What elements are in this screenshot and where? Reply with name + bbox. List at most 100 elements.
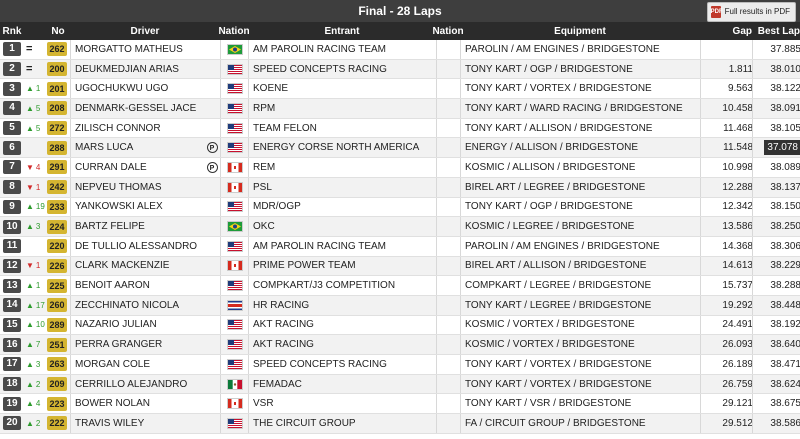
entrant-name[interactable]: HR RACING: [248, 295, 441, 315]
car-number-cell: 224: [46, 217, 68, 236]
rank-cell: 20: [0, 414, 24, 433]
table-row[interactable]: 10 ▲ 3 224 BARTZ FELIPE OKC KOSMIC / LEGREE / …: [0, 217, 800, 237]
rank-badge: 2: [3, 62, 21, 77]
table-row[interactable]: 5 ▲ 5 272 ZILISCH CONNOR TEAM FELON TONY KART …: [0, 118, 800, 139]
table-row[interactable]: 3 ▲ 1 201 UGOCHUKWU UGO KOENE TONY KART / VORT…: [0, 79, 800, 100]
table-row[interactable]: 1 = 262 MORGATTO MATHEUS AM PAROLIN RACING T…: [0, 40, 800, 60]
entrant-name[interactable]: PRIME POWER TEAM: [248, 256, 441, 276]
car-number-cell: 291: [46, 158, 68, 177]
driver-name[interactable]: BARTZ FELIPE: [70, 217, 225, 236]
driver-name[interactable]: DEUKMEDJIAN ARIAS: [70, 59, 225, 79]
entrant-name[interactable]: TEAM FELON: [248, 118, 441, 138]
entrant-name[interactable]: MDR/OGP: [248, 197, 441, 217]
driver-name[interactable]: ZILISCH CONNOR: [70, 118, 225, 138]
entrant-name[interactable]: KOENE: [248, 79, 441, 99]
driver-name[interactable]: CLARK MACKENZIE: [70, 256, 225, 276]
entrant-name[interactable]: REM: [248, 158, 441, 177]
table-row[interactable]: 13 ▲ 1 225 BENOIT AARON COMPKART/J3 COMPETITI…: [0, 276, 800, 296]
entrant-name[interactable]: AKT RACING: [248, 315, 441, 335]
table-row[interactable]: 4 ▲ 5 208 DENMARK-GESSEL JACE RPM TONY KART / …: [0, 99, 800, 119]
entrant-name[interactable]: OKC: [248, 217, 441, 236]
driver-name[interactable]: BENOIT AARON: [70, 276, 225, 295]
entrant-name[interactable]: VSR: [248, 394, 441, 414]
driver-name[interactable]: MORGATTO MATHEUS: [70, 40, 225, 59]
driver-nation-flag: [220, 315, 249, 335]
table-row[interactable]: 14 ▲ 17 260 ZECCHINATO NICOLA HR RACING TONY K…: [0, 295, 800, 316]
rank-badge: 19: [3, 396, 21, 411]
penalty-cell: [204, 355, 220, 374]
entrant-name[interactable]: THE CIRCUIT GROUP: [248, 414, 441, 433]
entrant-name[interactable]: SPEED CONCEPTS RACING: [248, 59, 441, 79]
entrant-name[interactable]: SPEED CONCEPTS RACING: [248, 355, 441, 374]
col-header-equipment[interactable]: Equipment: [460, 22, 700, 40]
best-lap-cell: 38.091: [752, 99, 800, 118]
entrant-name[interactable]: AM PAROLIN RACING TEAM: [248, 236, 441, 256]
col-header-entrant[interactable]: Entrant: [248, 22, 436, 40]
rank-cell: 16: [0, 335, 24, 354]
pdf-icon: PDF: [710, 6, 723, 18]
driver-name[interactable]: DE TULLIO ALESSANDRO: [70, 236, 225, 256]
driver-nation-flag: [220, 59, 249, 79]
penalty-icon[interactable]: P: [206, 161, 218, 173]
table-row[interactable]: 7 ▼ 4 291 CURRAN DALE P REM KOSMIC / ALLISON / …: [0, 158, 800, 178]
driver-name[interactable]: TRAVIS WILEY: [70, 414, 225, 433]
best-lap-value: 38.250: [770, 221, 800, 233]
table-row[interactable]: 17 ▲ 3 263 MORGAN COLE SPEED CONCEPTS RACING T…: [0, 355, 800, 375]
table-row[interactable]: 12 ▼ 1 226 CLARK MACKENZIE PRIME POWER TEAM BI…: [0, 256, 800, 277]
driver-name[interactable]: CURRAN DALE: [70, 158, 225, 177]
pdf-results-button[interactable]: PDF Full results in PDF: [706, 2, 796, 22]
driver-name[interactable]: BOWER NOLAN: [70, 394, 225, 414]
col-header-no[interactable]: No: [46, 22, 70, 40]
table-row[interactable]: 8 ▼ 1 242 NEPVEU THOMAS PSL BIREL ART / LEGREE…: [0, 177, 800, 198]
entrant-name[interactable]: AM PAROLIN RACING TEAM: [248, 40, 441, 59]
entrant-name[interactable]: FEMADAC: [248, 374, 441, 394]
equipment: TONY KART / WARD RACING / BRIDGESTONE: [460, 99, 705, 118]
rank-cell: 12: [0, 257, 24, 276]
driver-name[interactable]: UGOCHUKWU UGO: [70, 79, 225, 99]
col-header-best-lap[interactable]: Best Lap: [752, 22, 800, 40]
table-row[interactable]: 9 ▲ 19 233 YANKOWSKI ALEX MDR/OGP TONY KART / …: [0, 197, 800, 218]
gap-value: 26.189: [700, 355, 757, 374]
table-row[interactable]: 6 288 MARS LUCA P ENERGY CORSE NORTH AMERICA…: [0, 138, 800, 159]
driver-name[interactable]: MARS LUCA: [70, 138, 225, 158]
position-change-value: 19: [35, 202, 45, 212]
entrant-nation: [436, 158, 461, 177]
entrant-name[interactable]: PSL: [248, 177, 441, 197]
entrant-name[interactable]: RPM: [248, 99, 441, 118]
col-header-rnk[interactable]: Rnk: [0, 22, 24, 40]
driver-name[interactable]: NEPVEU THOMAS: [70, 177, 225, 197]
best-lap-value: 38.306: [770, 240, 800, 252]
table-row[interactable]: 16 ▲ 7 251 PERRA GRANGER AKT RACING KOSMIC / V…: [0, 335, 800, 355]
entrant-name[interactable]: ENERGY CORSE NORTH AMERICA: [248, 138, 441, 158]
driver-name[interactable]: YANKOWSKI ALEX: [70, 197, 225, 217]
driver-nation-flag: [220, 138, 249, 158]
col-header-gap[interactable]: Gap: [700, 22, 756, 40]
driver-name[interactable]: CERRILLO ALEJANDRO: [70, 374, 225, 394]
penalty-icon[interactable]: P: [206, 142, 218, 154]
col-header-driver[interactable]: Driver: [70, 22, 220, 40]
us-flag-icon: [227, 319, 243, 331]
driver-name[interactable]: ZECCHINATO NICOLA: [70, 295, 225, 315]
arrow-down-icon: ▼: [26, 182, 34, 192]
table-row[interactable]: 20 ▲ 2 222 TRAVIS WILEY THE CIRCUIT GROUP FA /…: [0, 414, 800, 434]
best-lap-cell: 38.137: [752, 177, 800, 197]
driver-name[interactable]: PERRA GRANGER: [70, 335, 225, 354]
driver-name[interactable]: NAZARIO JULIAN: [70, 315, 225, 335]
col-header-nation[interactable]: Nation: [218, 22, 250, 40]
entrant-name[interactable]: COMPKART/J3 COMPETITION: [248, 276, 441, 295]
car-number-badge: 226: [47, 258, 67, 273]
rank-cell: 2: [0, 60, 24, 79]
table-row[interactable]: 19 ▲ 4 223 BOWER NOLAN VSR TONY KART / VSR / B…: [0, 394, 800, 415]
entrant-nation: [436, 414, 461, 433]
table-row[interactable]: 2 = 200 DEUKMEDJIAN ARIAS SPEED CONCEPTS RAC…: [0, 59, 800, 80]
position-change: ▼ 4: [24, 158, 48, 177]
table-row[interactable]: 15 ▲ 10 289 NAZARIO JULIAN AKT RACING KOSMIC /…: [0, 315, 800, 336]
entrant-nation: [436, 335, 461, 354]
position-change-value: 7: [35, 340, 41, 350]
best-lap-cell: 37.078: [752, 138, 800, 158]
table-row[interactable]: 11 220 DE TULLIO ALESSANDRO AM PAROLIN RACI…: [0, 236, 800, 257]
table-row[interactable]: 18 ▲ 2 209 CERRILLO ALEJANDRO FEMADAC TONY KAR…: [0, 374, 800, 395]
driver-name[interactable]: MORGAN COLE: [70, 355, 225, 374]
driver-name[interactable]: DENMARK-GESSEL JACE: [70, 99, 225, 118]
entrant-name[interactable]: AKT RACING: [248, 335, 441, 354]
